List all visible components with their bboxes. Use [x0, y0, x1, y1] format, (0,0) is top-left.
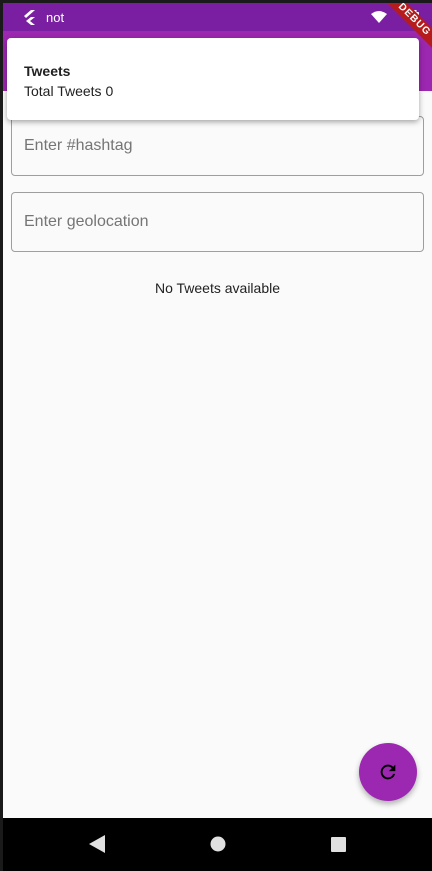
refresh-button[interactable] [359, 743, 417, 801]
back-button[interactable] [85, 832, 109, 856]
home-icon [210, 836, 226, 852]
wifi-icon [371, 11, 387, 23]
status-bar: not DEBUG [3, 3, 432, 54]
recents-icon [330, 836, 346, 852]
status-notification-text: not [46, 10, 65, 25]
back-icon [89, 835, 105, 853]
phone-screen: not DEBUG Tweets Total Tweets 0 No Tweet… [3, 3, 432, 871]
recents-button[interactable] [326, 832, 350, 856]
hashtag-input[interactable] [11, 116, 424, 176]
navigation-bar [3, 818, 432, 871]
notification-title: Tweets [24, 63, 71, 79]
notification-body: Total Tweets 0 [24, 83, 114, 99]
refresh-icon [380, 764, 396, 780]
flutter-icon [24, 10, 35, 25]
home-button[interactable] [206, 832, 230, 856]
geolocation-input[interactable] [11, 192, 424, 252]
notification-card[interactable]: Tweets Total Tweets 0 [7, 38, 419, 120]
empty-tweets-message: No Tweets available [154, 280, 281, 296]
